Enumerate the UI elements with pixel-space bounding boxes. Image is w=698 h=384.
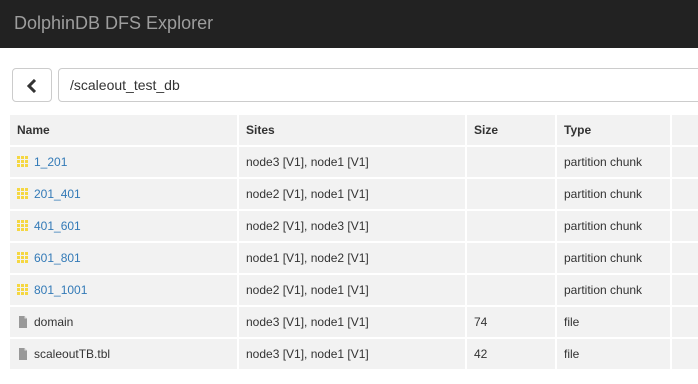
table-row[interactable]: 601_801 node1 [V1], node2 [V1] partition c… — [8, 241, 698, 275]
cell-name: 1_201 — [8, 145, 239, 179]
cell-sites: node1 [V1], node2 [V1] — [237, 241, 467, 275]
cell-type: partition chunk — [555, 145, 672, 179]
cell-size — [465, 145, 557, 179]
cell-name: domain — [8, 305, 239, 339]
grid-folder-icon — [17, 220, 29, 232]
cell-sites: node2 [V1], node3 [V1] — [237, 209, 467, 243]
table-row[interactable]: 801_1001 node2 [V1], node1 [V1] partition … — [8, 273, 698, 307]
cell-size: 42 — [465, 337, 557, 371]
cell-name: 401_601 — [8, 209, 239, 243]
table-header-row: Name Sites Size Type — [8, 113, 698, 147]
column-header-size[interactable]: Size — [465, 113, 557, 147]
file-icon — [17, 348, 29, 360]
cell-size — [465, 177, 557, 211]
path-bar — [12, 68, 698, 102]
table-row[interactable]: domain node3 [V1], node1 [V1] 74 file — [8, 305, 698, 339]
cell-type: partition chunk — [555, 241, 672, 275]
cell-type: partition chunk — [555, 273, 672, 307]
cell-sites: node3 [V1], node1 [V1] — [237, 145, 467, 179]
cell-sites: node2 [V1], node1 [V1] — [237, 273, 467, 307]
table-row[interactable]: 201_401 node2 [V1], node1 [V1] partition c… — [8, 177, 698, 211]
cell-extra — [670, 177, 698, 211]
cell-size: 74 — [465, 305, 557, 339]
column-header-sites[interactable]: Sites — [237, 113, 467, 147]
cell-name: 201_401 — [8, 177, 239, 211]
file-name: domain — [34, 315, 74, 329]
column-header-type[interactable]: Type — [555, 113, 672, 147]
cell-extra — [670, 209, 698, 243]
cell-type: partition chunk — [555, 177, 672, 211]
file-table: Name Sites Size Type 1_201 node3 [V1], no… — [8, 113, 698, 371]
chevron-left-icon — [26, 79, 37, 93]
cell-extra — [670, 337, 698, 371]
file-name: scaleoutTB.tbl — [34, 347, 111, 361]
folder-link[interactable]: 201_401 — [34, 187, 81, 201]
column-header-extra — [670, 113, 698, 147]
app-title[interactable]: DolphinDB DFS Explorer — [14, 12, 213, 34]
file-icon — [17, 316, 29, 328]
cell-type: partition chunk — [555, 209, 672, 243]
table-row[interactable]: 401_601 node2 [V1], node3 [V1] partition c… — [8, 209, 698, 243]
cell-size — [465, 273, 557, 307]
folder-link[interactable]: 801_1001 — [34, 283, 87, 297]
cell-sites: node2 [V1], node1 [V1] — [237, 177, 467, 211]
cell-type: file — [555, 337, 672, 371]
folder-link[interactable]: 601_801 — [34, 251, 81, 265]
folder-link[interactable]: 401_601 — [34, 219, 81, 233]
cell-extra — [670, 305, 698, 339]
cell-sites: node3 [V1], node1 [V1] — [237, 305, 467, 339]
cell-extra — [670, 241, 698, 275]
grid-folder-icon — [17, 252, 29, 264]
cell-type: file — [555, 305, 672, 339]
table-row[interactable]: scaleoutTB.tbl node3 [V1], node1 [V1] 42 fi… — [8, 337, 698, 371]
cell-name: 801_1001 — [8, 273, 239, 307]
cell-extra — [670, 145, 698, 179]
cell-sites: node3 [V1], node1 [V1] — [237, 337, 467, 371]
folder-link[interactable]: 1_201 — [34, 155, 67, 169]
column-header-name[interactable]: Name — [8, 113, 239, 147]
cell-name: 601_801 — [8, 241, 239, 275]
cell-size — [465, 241, 557, 275]
path-input[interactable] — [58, 68, 698, 102]
table-row[interactable]: 1_201 node3 [V1], node1 [V1] partition chu… — [8, 145, 698, 179]
grid-folder-icon — [17, 188, 29, 200]
cell-extra — [670, 273, 698, 307]
cell-size — [465, 209, 557, 243]
navbar: DolphinDB DFS Explorer — [0, 0, 698, 48]
grid-folder-icon — [17, 156, 29, 168]
grid-folder-icon — [17, 284, 29, 296]
back-button[interactable] — [12, 68, 52, 102]
cell-name: scaleoutTB.tbl — [8, 337, 239, 371]
